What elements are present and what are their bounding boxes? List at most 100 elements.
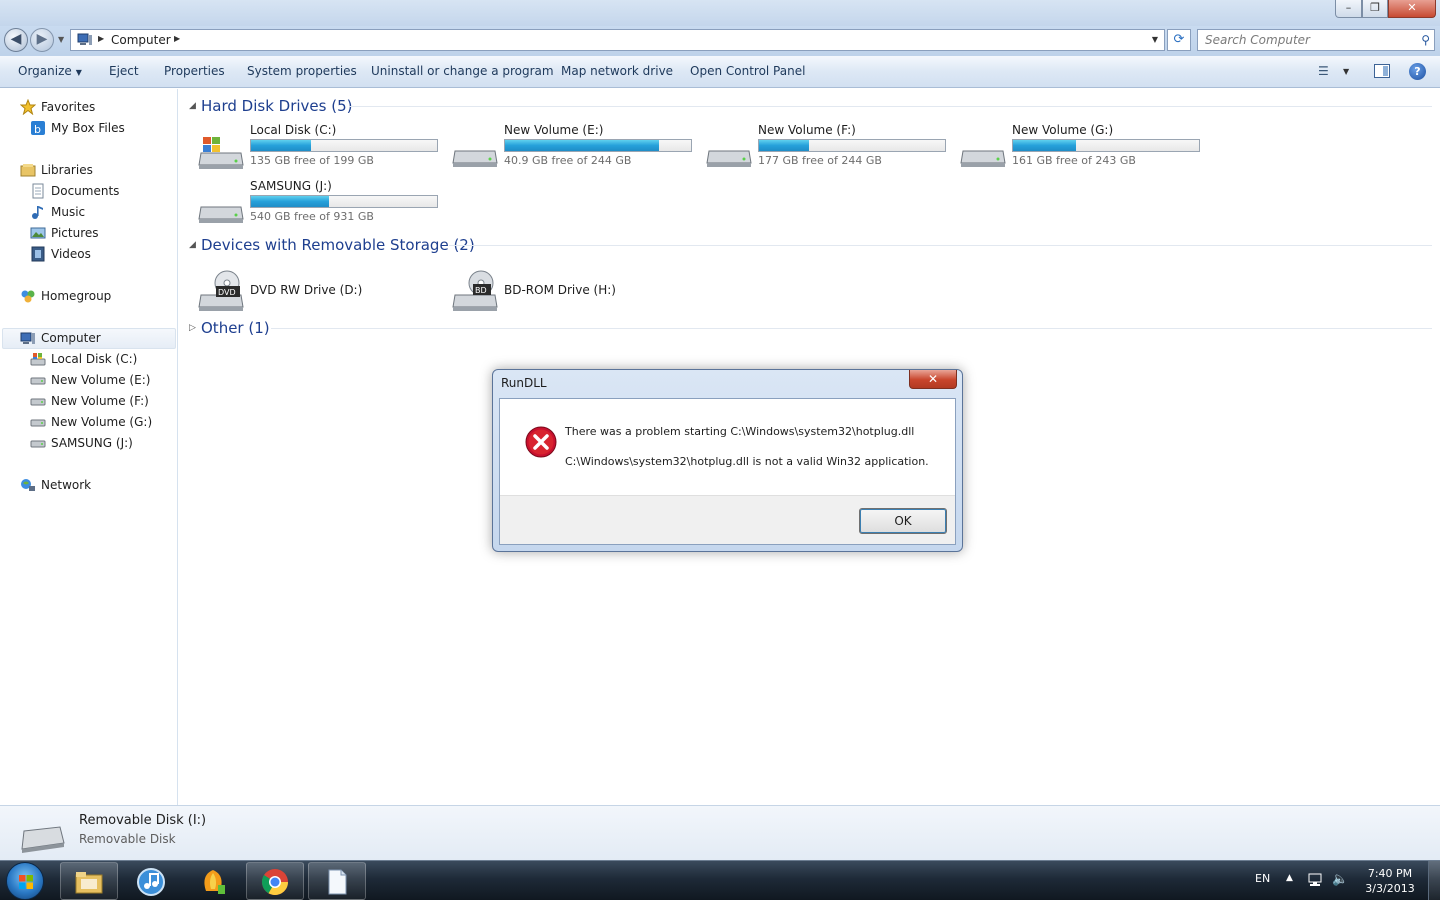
group-divider — [449, 245, 1432, 246]
search-icon[interactable]: ⚲ — [1421, 33, 1430, 47]
uninstall-program-button[interactable]: Uninstall or change a program — [371, 64, 554, 78]
group-header-removable-storage[interactable]: ◢ Devices with Removable Storage (2) — [187, 236, 1432, 258]
drive-tile[interactable]: New Volume (G:) 161 GB free of 243 GB — [959, 123, 1213, 175]
taskbar-fl-studio-button[interactable] — [184, 862, 242, 900]
dialog-close-button[interactable]: ✕ — [909, 370, 957, 389]
network-tray-icon[interactable] — [1307, 873, 1323, 887]
refresh-button[interactable]: ⟳ — [1167, 29, 1191, 51]
hard-drive-icon — [706, 150, 752, 167]
optical-drive-tile[interactable]: DVD DVD RW Drive (D:) — [197, 263, 451, 315]
search-input[interactable] — [1205, 32, 1405, 48]
ok-button[interactable]: OK — [859, 508, 947, 534]
library-icon — [20, 164, 36, 177]
drive-free-space: 161 GB free of 243 GB — [1012, 154, 1136, 167]
removable-disk-icon — [21, 826, 65, 853]
recent-pages-dropdown-icon[interactable]: ▼ — [58, 35, 64, 44]
group-header-hard-disk-drives[interactable]: ◢ Hard Disk Drives (5) — [187, 97, 1432, 119]
group-title: Hard Disk Drives (5) — [201, 97, 353, 115]
drive-name: Local Disk (C:) — [250, 123, 337, 137]
itunes-icon — [137, 868, 165, 896]
close-window-button[interactable]: ✕ — [1388, 0, 1436, 18]
eject-button[interactable]: Eject — [109, 64, 139, 78]
collapse-triangle-icon[interactable]: ◢ — [189, 101, 196, 111]
collapse-triangle-icon[interactable]: ◢ — [189, 240, 196, 250]
dialog-body: There was a problem starting C:\Windows\… — [499, 398, 956, 545]
show-hidden-icons-icon[interactable]: ▲ — [1286, 873, 1293, 883]
nav-computer-label: Computer — [41, 331, 101, 345]
drive-usage-fill — [759, 140, 810, 151]
organize-button[interactable]: Organize ▼ — [18, 64, 82, 78]
start-button[interactable] — [6, 862, 44, 900]
computer-icon — [77, 33, 92, 45]
taskbar-document-button[interactable] — [308, 862, 366, 900]
drive-usage-bar — [250, 195, 438, 208]
group-divider — [349, 106, 1432, 107]
properties-button[interactable]: Properties — [164, 64, 225, 78]
address-dropdown-icon[interactable]: ▼ — [1152, 35, 1158, 44]
drive-name: BD-ROM Drive (H:) — [504, 283, 616, 297]
back-button[interactable]: ◀ — [4, 28, 28, 52]
volume-icon[interactable]: 🔈 — [1332, 872, 1348, 887]
drive-tile[interactable]: Local Disk (C:) 135 GB free of 199 GB — [197, 123, 451, 175]
dvd-drive-icon: DVD — [198, 270, 244, 311]
taskbar-chrome-button[interactable] — [246, 862, 304, 900]
preview-pane-icon[interactable] — [1374, 64, 1390, 78]
nav-network-label: Network — [41, 478, 92, 492]
hard-drive-icon — [30, 440, 46, 448]
drive-free-space: 177 GB free of 244 GB — [758, 154, 882, 167]
language-indicator[interactable]: EN — [1255, 872, 1270, 885]
breadcrumb-separator-icon[interactable]: ▶ — [174, 34, 180, 43]
clock-date: 3/3/2013 — [1365, 882, 1415, 895]
nav-documents-label: Documents — [51, 184, 120, 198]
optical-drive-tile[interactable]: BD BD-ROM Drive (H:) — [451, 263, 705, 315]
view-options-dropdown-icon[interactable]: ▼ — [1343, 67, 1349, 76]
breadcrumb-computer[interactable]: Computer — [111, 33, 171, 47]
drive-tile[interactable]: New Volume (F:) 177 GB free of 244 GB — [705, 123, 959, 175]
help-icon[interactable]: ? — [1409, 63, 1426, 80]
maximize-button[interactable]: ❐ — [1362, 0, 1388, 18]
hard-drive-icon — [30, 419, 46, 427]
expand-triangle-icon[interactable]: ▷ — [189, 323, 196, 333]
nav-new-volume-g-label: New Volume (G:) — [51, 415, 153, 429]
fl-studio-icon — [204, 870, 225, 894]
rundll-error-dialog: RunDLL ✕ There was a problem starting C:… — [492, 369, 963, 552]
nav-local-disk-c-label: Local Disk (C:) — [51, 352, 138, 366]
folder-icon — [75, 872, 103, 894]
group-header-other[interactable]: ▷ Other (1) — [187, 319, 1432, 341]
documents-icon — [32, 183, 44, 199]
drive-tile[interactable]: SAMSUNG (J:) 540 GB free of 931 GB — [197, 179, 451, 231]
nav-libraries-label: Libraries — [41, 163, 93, 177]
change-view-icon[interactable]: ☰ — [1318, 64, 1334, 78]
hard-drive-icon — [30, 398, 46, 406]
drive-tile[interactable]: New Volume (E:) 40.9 GB free of 244 GB — [451, 123, 705, 175]
show-desktop-button[interactable] — [1428, 861, 1440, 900]
address-bar[interactable]: ▶ Computer ▶ ▼ — [70, 29, 1165, 51]
taskbar-itunes-button[interactable] — [122, 862, 180, 900]
hard-drive-icon — [198, 206, 244, 223]
system-properties-button[interactable]: System properties — [247, 64, 357, 78]
open-control-panel-button[interactable]: Open Control Panel — [690, 64, 805, 78]
taskbar-explorer-button[interactable] — [60, 862, 118, 900]
nav-samsung-j-label: SAMSUNG (J:) — [51, 436, 133, 450]
drive-usage-fill — [251, 140, 311, 151]
dvd-badge-text: DVD — [218, 288, 236, 297]
clock[interactable]: 7:40 PM 3/3/2013 — [1362, 866, 1418, 896]
network-icon — [21, 479, 35, 491]
chrome-icon — [261, 869, 289, 896]
dialog-footer: OK — [500, 495, 955, 544]
drive-name: SAMSUNG (J:) — [250, 179, 332, 193]
system-drive-icon — [198, 137, 244, 169]
details-pane: Removable Disk (I:) Removable Disk — [0, 805, 1440, 860]
drive-name: New Volume (F:) — [758, 123, 856, 137]
minimize-button[interactable]: – — [1335, 0, 1362, 18]
group-divider — [271, 328, 1432, 329]
drive-usage-fill — [251, 196, 330, 207]
map-network-drive-button[interactable]: Map network drive — [561, 64, 673, 78]
breadcrumb-separator-icon[interactable]: ▶ — [98, 34, 104, 43]
drive-name: New Volume (E:) — [504, 123, 604, 137]
forward-button[interactable]: ▶ — [30, 28, 54, 52]
search-box[interactable]: ⚲ — [1197, 29, 1435, 51]
videos-icon — [31, 246, 45, 262]
drive-usage-bar — [504, 139, 692, 152]
drive-usage-fill — [1013, 140, 1077, 151]
